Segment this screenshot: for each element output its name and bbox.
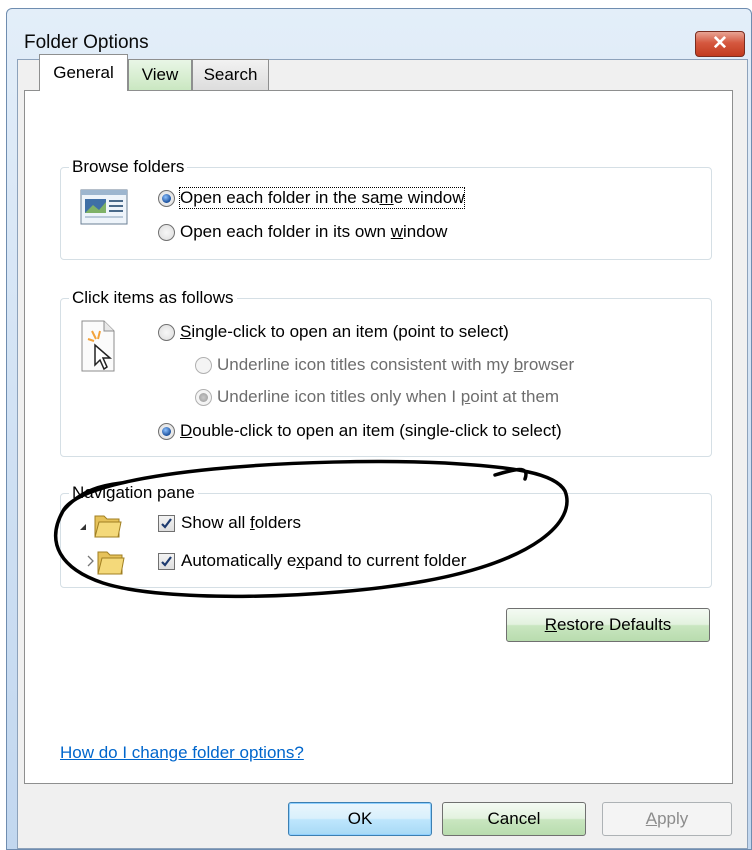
- radio-label: Single-click to open an item (point to s…: [180, 322, 509, 341]
- radio-label: Underline icon titles consistent with my…: [217, 355, 575, 374]
- radio-indicator[interactable]: [158, 189, 175, 207]
- checkbox-show-all-folders[interactable]: Show all folders: [158, 513, 301, 533]
- group-label: Click items as follows: [69, 287, 237, 309]
- radio-indicator[interactable]: [195, 356, 212, 374]
- checkbox-auto-expand[interactable]: Automatically expand to current folder: [158, 551, 466, 571]
- close-icon: ✕: [712, 33, 728, 54]
- click-items-group: Click items as follows Single-click to o…: [60, 287, 712, 457]
- checkbox-indicator[interactable]: [158, 514, 175, 532]
- expanded-folder-icon: [80, 515, 122, 538]
- group-label: Navigation pane: [69, 482, 198, 504]
- close-button[interactable]: ✕: [695, 31, 745, 57]
- window-title: Folder Options: [24, 32, 149, 53]
- radio-same-window[interactable]: Open each folder in the same window: [158, 187, 466, 209]
- radio-indicator[interactable]: [158, 223, 175, 241]
- apply-button[interactable]: Apply: [602, 802, 732, 836]
- folder-options-window: Folder Options ✕ General View Search Bro…: [6, 8, 752, 850]
- checkmark-icon: [161, 517, 172, 529]
- ok-button[interactable]: OK: [288, 802, 432, 836]
- browse-folders-group: Browse folders Open each folder in the s…: [60, 156, 712, 260]
- radio-label: Underline icon titles only when I point …: [217, 387, 560, 406]
- general-tab-panel: Browse folders Open each folder in the s…: [24, 90, 733, 784]
- radio-own-window[interactable]: Open each folder in its own window: [158, 222, 447, 242]
- checkmark-icon: [161, 555, 172, 567]
- pointer-click-icon: [81, 320, 115, 372]
- collapsed-folder-icon: [87, 551, 125, 575]
- radio-underline-point[interactable]: Underline icon titles only when I point …: [195, 387, 559, 407]
- checkbox-label: Automatically expand to current folder: [181, 551, 467, 570]
- group-label: Browse folders: [69, 156, 188, 178]
- navigation-pane-group: Navigation pane Show all folders Automat…: [60, 482, 712, 588]
- checkbox-label: Show all folders: [181, 513, 302, 532]
- dialog-body: General View Search Browse folders Open …: [17, 54, 748, 849]
- radio-indicator[interactable]: [158, 422, 175, 440]
- help-link[interactable]: How do I change folder options?: [60, 743, 304, 763]
- cancel-button[interactable]: Cancel: [442, 802, 586, 836]
- radio-double-click[interactable]: Double-click to open an item (single-cli…: [158, 421, 562, 441]
- radio-label: Double-click to open an item (single-cli…: [180, 421, 562, 440]
- radio-label: Open each folder in the same window: [178, 187, 466, 209]
- tab-general[interactable]: General: [39, 54, 128, 91]
- radio-label: Open each folder in its own window: [180, 222, 448, 241]
- checkbox-indicator[interactable]: [158, 552, 175, 570]
- radio-indicator[interactable]: [195, 388, 212, 406]
- folder-window-icon: [80, 189, 128, 225]
- radio-single-click[interactable]: Single-click to open an item (point to s…: [158, 322, 509, 342]
- radio-underline-browser[interactable]: Underline icon titles consistent with my…: [195, 355, 574, 375]
- tab-search[interactable]: Search: [192, 59, 269, 91]
- tab-view[interactable]: View: [128, 59, 192, 91]
- radio-indicator[interactable]: [158, 323, 175, 341]
- restore-defaults-button[interactable]: Restore Defaults: [506, 608, 710, 642]
